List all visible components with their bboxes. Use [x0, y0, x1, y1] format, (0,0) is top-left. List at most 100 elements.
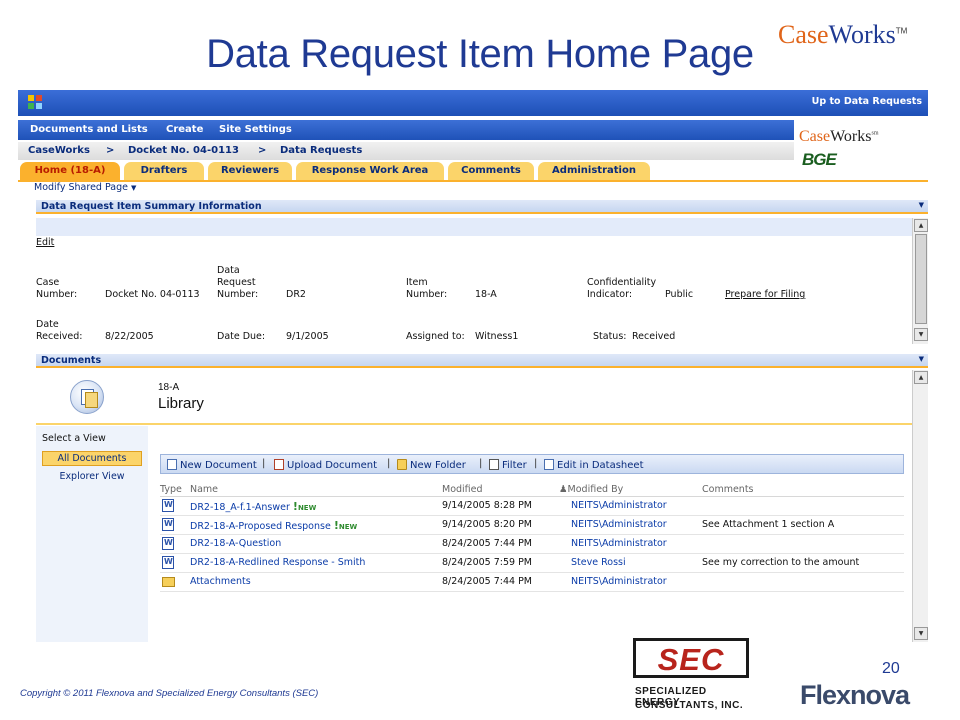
breadcrumb-data-requests[interactable]: Data Requests — [280, 145, 362, 156]
document-name-link[interactable]: DR2-18-A-Question — [190, 538, 281, 549]
webpart-menu-chevron-icon[interactable]: ▼ — [919, 201, 924, 209]
library-code: 18-A — [158, 382, 180, 393]
new-folder-icon — [397, 459, 407, 470]
item-number-label: Item Number: — [406, 277, 448, 300]
modified-by-link[interactable]: Steve Rossi — [571, 557, 626, 568]
confidentiality-value: Public — [665, 289, 694, 300]
modified-date: 9/14/2005 8:28 PM — [442, 500, 533, 511]
document-name: DR2-18-A-Proposed Response — [190, 521, 331, 532]
modified-by-link[interactable]: NEITS\Administrator — [571, 576, 667, 587]
new-badge: !NEW — [334, 519, 357, 532]
toolbar-separator: | — [479, 458, 483, 469]
table-row[interactable]: DR2-18-A-Proposed Response !NEW 9/14/200… — [160, 516, 904, 535]
prepare-for-filing-link[interactable]: Prepare for Filing — [725, 289, 805, 301]
table-row[interactable]: DR2-18-A-Question 8/24/2005 7:44 PM NEIT… — [160, 535, 904, 554]
new-document-icon — [167, 459, 177, 470]
edit-in-datasheet-label: Edit in Datasheet — [557, 460, 644, 471]
tab-reviewers[interactable]: Reviewers — [208, 162, 292, 180]
breadcrumb-separator: > — [106, 145, 115, 156]
summary-webpart-header: Data Request Item Summary Information ▼ — [36, 200, 928, 214]
filter-button[interactable]: Filter — [489, 459, 527, 471]
documents-header-title: Documents — [41, 355, 102, 366]
column-name[interactable]: Name — [190, 484, 218, 495]
tab-comments[interactable]: Comments — [448, 162, 534, 180]
upload-document-label: Upload Document — [287, 460, 378, 471]
tab-response-work-area[interactable]: Response Work Area — [296, 162, 444, 180]
tab-drafters[interactable]: Drafters — [124, 162, 204, 180]
library-page-back-icon — [85, 392, 98, 408]
document-name-link[interactable]: Attachments — [190, 576, 251, 587]
site-logo: CaseWorkssm BGE — [794, 120, 928, 176]
status-label: Status: — [593, 331, 627, 342]
scroll-up-icon[interactable]: ▲ — [914, 371, 928, 384]
scroll-down-icon[interactable]: ▼ — [914, 328, 928, 341]
breadcrumb-caseworks[interactable]: CaseWorks — [28, 145, 90, 156]
app-grid-icon[interactable] — [28, 95, 42, 109]
sec-logo: SEC SPECIALIZED ENERGY CONSULTANTS, INC. — [631, 636, 751, 716]
modify-shared-page-label: Modify Shared Page — [34, 182, 128, 193]
modified-by-link[interactable]: NEITS\Administrator — [571, 538, 667, 549]
page-number: 20 — [882, 660, 900, 677]
copyright-notice: Copyright © 2011 Flexnova and Specialize… — [20, 688, 319, 699]
data-request-number-label: Data Request Number: — [217, 265, 259, 300]
word-document-icon — [162, 518, 174, 531]
small-brand-sm: sm — [871, 130, 879, 137]
column-comments[interactable]: Comments — [702, 484, 754, 495]
document-library-icon — [70, 380, 104, 414]
new-badge: !NEW — [293, 500, 316, 513]
sec-logo-box: SEC — [633, 638, 749, 678]
summary-toolbar-band — [36, 218, 912, 236]
tab-home[interactable]: Home (18-A) — [20, 162, 120, 180]
menu-create[interactable]: Create — [166, 124, 203, 135]
modified-by-link[interactable]: NEITS\Administrator — [571, 500, 667, 511]
library-divider — [36, 423, 912, 425]
view-all-documents[interactable]: All Documents — [42, 451, 142, 466]
person-icon: ♟ — [559, 484, 568, 495]
date-received-label: Date Received: — [36, 319, 83, 342]
modified-date: 8/24/2005 7:44 PM — [442, 538, 533, 549]
table-row[interactable]: DR2-18_A-f.1-Answer !NEW 9/14/2005 8:28 … — [160, 497, 904, 516]
scroll-down-icon[interactable]: ▼ — [914, 627, 928, 640]
top-bar: Up to Data Requests — [18, 90, 928, 116]
filter-icon — [489, 459, 499, 470]
webpart-menu-chevron-icon[interactable]: ▼ — [919, 355, 924, 363]
scroll-thumb[interactable] — [915, 234, 927, 324]
bge-logo: BGE — [802, 150, 837, 169]
up-to-data-requests-link[interactable]: Up to Data Requests — [812, 96, 922, 107]
menu-documents-and-lists[interactable]: Documents and Lists — [30, 124, 148, 135]
small-brand-case: Case — [799, 128, 831, 145]
modify-shared-page-menu[interactable]: Modify Shared Page ▼ — [34, 182, 136, 193]
table-row[interactable]: Attachments 8/24/2005 7:44 PM NEITS\Admi… — [160, 573, 904, 592]
sec-logo-mark: SEC — [657, 642, 725, 677]
column-modified-by[interactable]: ♟Modified By — [559, 484, 623, 495]
view-explorer[interactable]: Explorer View — [42, 470, 142, 485]
scroll-up-icon[interactable]: ▲ — [914, 219, 928, 232]
table-row[interactable]: DR2-18-A-Redlined Response - Smith 8/24/… — [160, 554, 904, 573]
edit-in-datasheet-button[interactable]: Edit in Datasheet — [544, 459, 644, 471]
upload-document-button[interactable]: Upload Document — [274, 459, 377, 471]
documents-scrollbar[interactable]: ▲ ▼ — [912, 370, 928, 642]
item-number-value: 18-A — [475, 289, 497, 300]
date-received-value: 8/22/2005 — [105, 331, 154, 342]
filter-label: Filter — [502, 460, 527, 471]
flexnova-logo: Flexnova — [800, 680, 910, 710]
menu-site-settings[interactable]: Site Settings — [219, 124, 292, 135]
document-name-link[interactable]: DR2-18_A-f.1-Answer !NEW — [190, 500, 316, 513]
summary-scrollbar[interactable]: ▲ ▼ — [912, 218, 928, 344]
brand-works: Works — [828, 20, 896, 49]
breadcrumb-docket[interactable]: Docket No. 04-0113 — [128, 145, 239, 156]
document-name-link[interactable]: DR2-18-A-Redlined Response - Smith — [190, 557, 365, 568]
folder-icon — [162, 577, 175, 587]
column-modified[interactable]: Modified — [442, 484, 483, 495]
edit-link[interactable]: Edit — [36, 237, 54, 249]
datasheet-icon — [544, 459, 554, 470]
column-type[interactable]: Type — [160, 484, 182, 495]
tab-bar: Home (18-A) Drafters Reviewers Response … — [18, 162, 794, 180]
modified-by-link[interactable]: NEITS\Administrator — [571, 519, 667, 530]
document-name-link[interactable]: DR2-18-A-Proposed Response !NEW — [190, 519, 357, 532]
tab-administration[interactable]: Administration — [538, 162, 650, 180]
select-a-view-label: Select a View — [42, 433, 106, 444]
view-selector-panel: Select a View All Documents Explorer Vie… — [36, 426, 148, 642]
new-folder-button[interactable]: New Folder — [397, 459, 466, 471]
new-document-button[interactable]: New Document — [167, 459, 257, 471]
